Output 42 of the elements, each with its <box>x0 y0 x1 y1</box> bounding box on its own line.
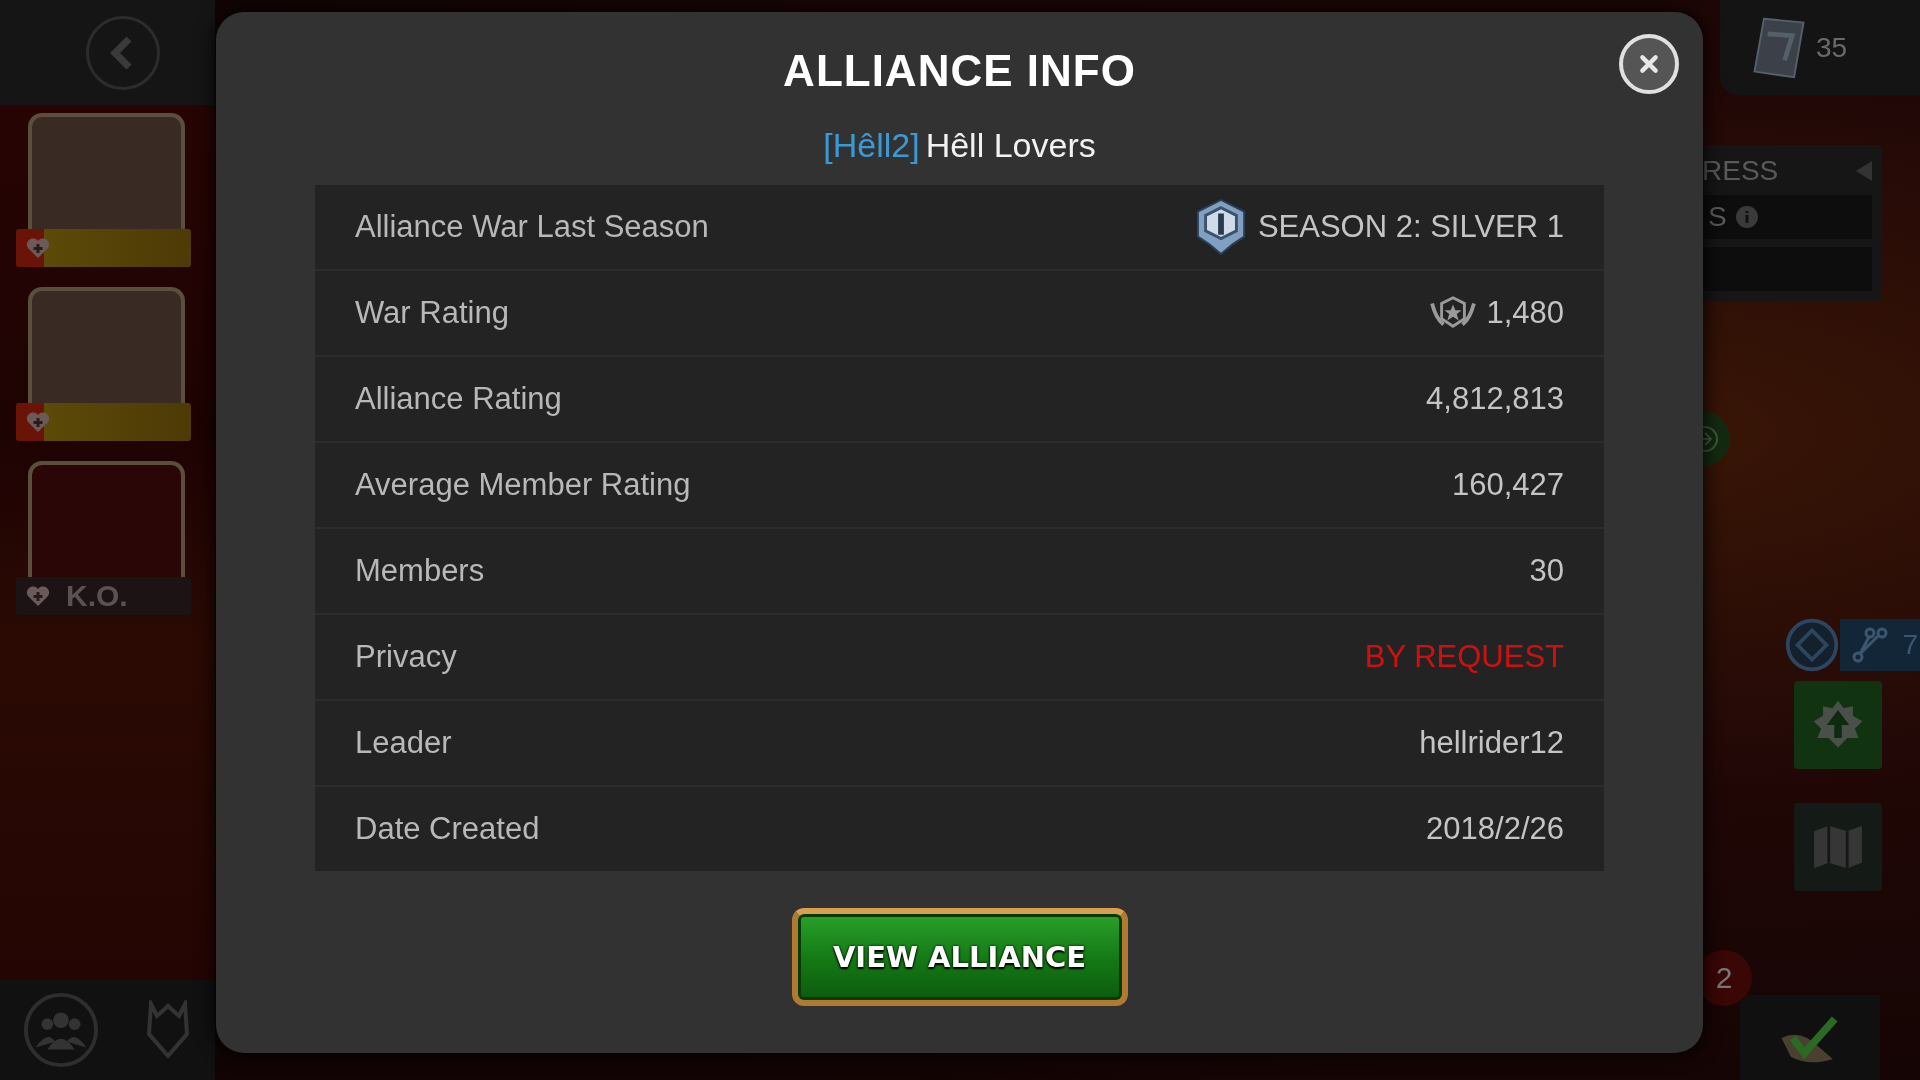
row-label: War Rating <box>355 295 509 331</box>
champion-card[interactable]: K.O. <box>16 461 191 615</box>
triangle-icon[interactable] <box>1856 161 1872 181</box>
row-label: Leader <box>355 725 452 761</box>
diamond-node-icon[interactable] <box>1784 617 1841 673</box>
row-value: 160,427 <box>1451 467 1564 503</box>
row-label: Alliance Rating <box>355 381 562 417</box>
heart-plus-icon <box>26 411 50 433</box>
dialog-title: ALLIANCE INFO <box>783 46 1136 96</box>
panel-label: S <box>1708 201 1727 233</box>
close-icon[interactable] <box>1638 53 1660 75</box>
row-label: Alliance War Last Season <box>355 209 709 245</box>
alliance-name: Hêll Lovers <box>925 126 1096 165</box>
row-value: 2018/2/26 <box>1426 811 1564 847</box>
row-label: Privacy <box>355 639 457 675</box>
champion-card[interactable] <box>16 113 191 267</box>
heart-plus-icon <box>26 237 50 259</box>
close-button[interactable] <box>1619 34 1679 94</box>
people-icon[interactable] <box>21 991 100 1069</box>
row-label: Average Member Rating <box>355 467 691 503</box>
row-value: BY REQUEST <box>1364 639 1564 675</box>
panel-title: RESS <box>1702 155 1779 187</box>
back-button[interactable] <box>85 15 160 90</box>
upgrade-button[interactable] <box>1794 681 1882 769</box>
row-label: Members <box>355 553 485 589</box>
row-label: Date Created <box>355 811 540 847</box>
row-value: hellrider12 <box>1419 725 1564 761</box>
row-value: 4,812,813 <box>1426 381 1564 417</box>
row-value: SEASON 2: SILVER 1 <box>1257 209 1564 245</box>
path-tab[interactable]: 7 <box>1840 619 1920 671</box>
tab-label: 7 <box>1902 629 1918 661</box>
row-value: 1,480 <box>1486 295 1564 331</box>
view-alliance-button[interactable]: VIEW ALLIANCE <box>791 908 1128 1006</box>
map-button[interactable] <box>1794 803 1882 891</box>
heart-plus-icon <box>26 585 50 607</box>
info-icon[interactable] <box>1734 205 1759 229</box>
champion-card[interactable] <box>16 287 191 441</box>
alliance-tag: [Hêll2] <box>823 126 920 165</box>
currency-count: 35 <box>1816 31 1848 64</box>
quest-button[interactable] <box>1740 995 1880 1080</box>
ko-label: K.O. <box>66 579 128 613</box>
row-value: 30 <box>1529 553 1564 589</box>
